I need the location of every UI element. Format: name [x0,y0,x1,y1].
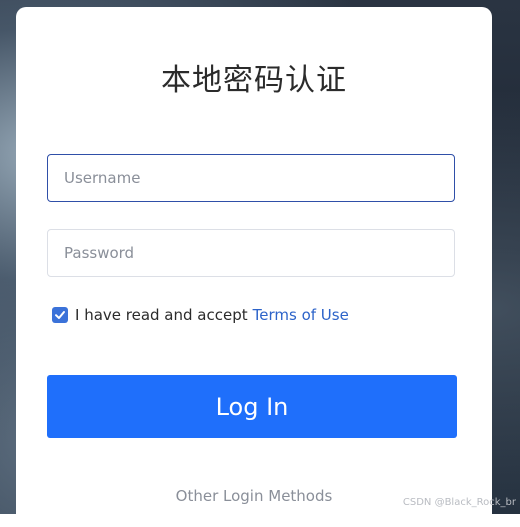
terms-agreement-row: I have read and accept Terms of Use [52,305,349,325]
login-card: 本地密码认证 I have read and accept Terms of U… [16,7,492,527]
terms-of-use-link[interactable]: Terms of Use [253,306,349,324]
password-input[interactable] [47,229,455,277]
watermark-text: CSDN @Black_Rock_br [403,497,516,508]
terms-checkbox[interactable] [52,307,68,323]
page-title: 本地密码认证 [16,55,492,99]
username-input[interactable] [47,154,455,202]
checkmark-icon [54,309,66,321]
agree-label: I have read and accept [75,306,248,324]
login-button[interactable]: Log In [47,375,457,438]
